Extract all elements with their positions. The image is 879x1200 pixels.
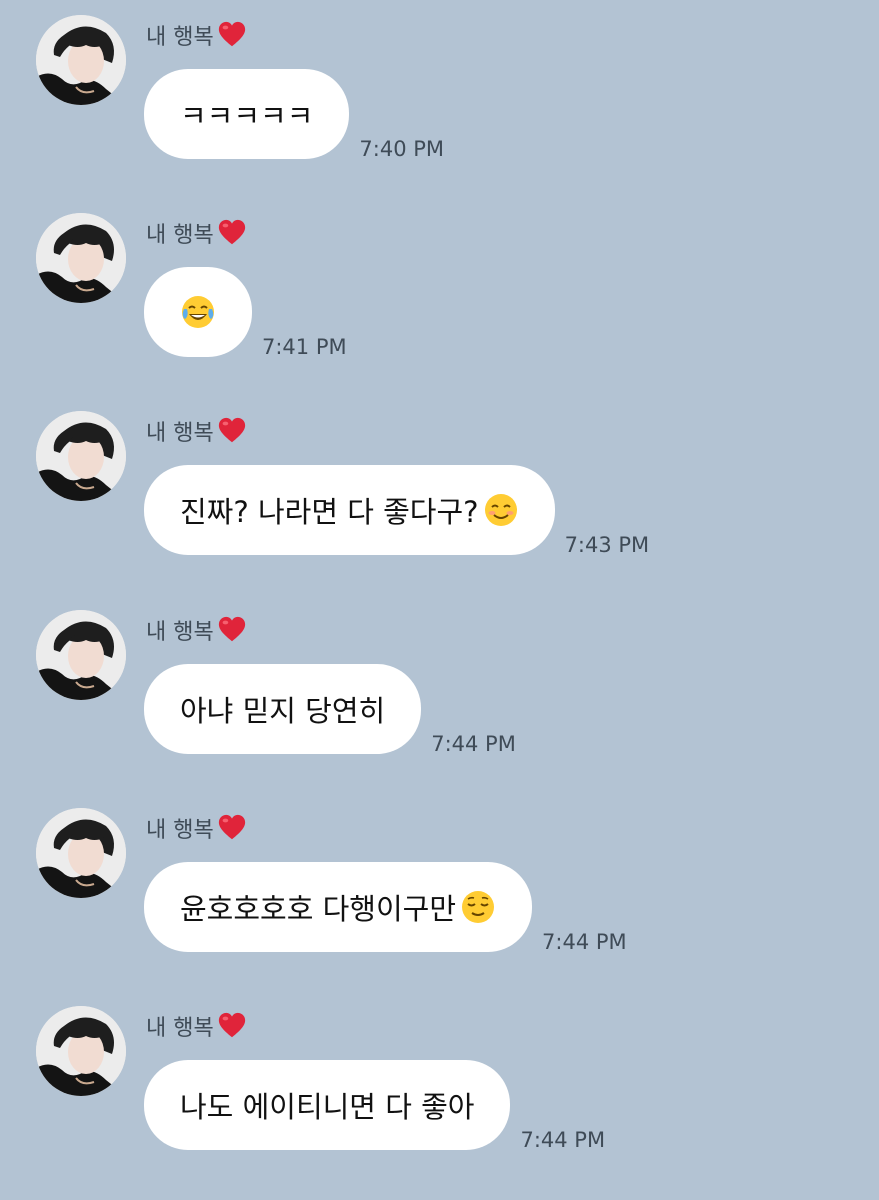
sender-name: 내 행복 [146, 1010, 247, 1042]
bubble-row: 윤호호호호 다행이구만 7:44 PM [144, 862, 627, 954]
sender-label: 내 행복 [146, 421, 214, 446]
message-text: 진짜? 나라면 다 좋다구? [180, 495, 479, 529]
avatar[interactable] [36, 1006, 126, 1096]
avatar[interactable] [36, 213, 126, 303]
message-row: 내 행복 진짜? 나라면 다 좋다구? 7:43 PM [0, 411, 879, 581]
sender-label: 내 행복 [146, 1016, 214, 1041]
avatar[interactable] [36, 411, 126, 501]
sender-label: 내 행복 [146, 25, 214, 50]
bubble-row: 나도 에이티니면 다 좋아 7:44 PM [144, 1060, 606, 1152]
red-heart-icon [217, 813, 247, 843]
message-time: 7:44 PM [431, 732, 516, 756]
message-bubble[interactable]: 나도 에이티니면 다 좋아 [144, 1060, 511, 1150]
profile-photo-icon [36, 15, 126, 105]
relieved-face-icon [460, 889, 496, 925]
message-row: 내 행복 윤호호호호 다행이구만 7:44 PM [0, 808, 879, 978]
message-text: 아냐 믿지 당연히 [180, 694, 386, 728]
message-time: 7:44 PM [520, 1128, 606, 1152]
avatar[interactable] [36, 610, 126, 700]
message-row: 내 행복 ㅋㅋㅋㅋㅋ 7:40 PM [0, 15, 879, 185]
message-time: 7:40 PM [359, 137, 445, 161]
sender-name: 내 행복 [146, 19, 247, 51]
bubble-row: 진짜? 나라면 다 좋다구? 7:43 PM [144, 465, 650, 557]
profile-photo-icon [36, 808, 126, 898]
sender-name: 내 행복 [146, 217, 247, 249]
sender-label: 내 행복 [146, 620, 214, 645]
bubble-row: 7:41 PM [144, 267, 347, 359]
sender-name: 내 행복 [146, 415, 247, 447]
profile-photo-icon [36, 411, 126, 501]
message-bubble[interactable]: 아냐 믿지 당연히 [144, 664, 422, 754]
red-heart-icon [217, 218, 247, 248]
sender-name: 내 행복 [146, 812, 247, 844]
message-time: 7:43 PM [564, 533, 650, 557]
red-heart-icon [217, 1011, 247, 1041]
bubble-row: ㅋㅋㅋㅋㅋ 7:40 PM [144, 69, 445, 161]
message-text: 윤호호호호 다행이구만 [180, 892, 457, 926]
message-bubble[interactable]: 진짜? 나라면 다 좋다구? [144, 465, 555, 555]
avatar[interactable] [36, 15, 126, 105]
sender-label: 내 행복 [146, 818, 214, 843]
profile-photo-icon [36, 1006, 126, 1096]
message-time: 7:41 PM [262, 335, 347, 359]
message-row: 내 행복 아냐 믿지 당연히 7:44 PM [0, 610, 879, 780]
smiling-face-icon [483, 492, 519, 528]
face-with-tears-of-joy-icon [180, 294, 216, 330]
red-heart-icon [217, 416, 247, 446]
message-text: ㅋㅋㅋㅋㅋ [180, 99, 314, 133]
profile-photo-icon [36, 610, 126, 700]
sender-label: 내 행복 [146, 223, 214, 248]
message-bubble[interactable]: 윤호호호호 다행이구만 [144, 862, 533, 952]
profile-photo-icon [36, 213, 126, 303]
red-heart-icon [217, 615, 247, 645]
message-time: 7:44 PM [542, 930, 627, 954]
message-row: 내 행복 7:41 PM [0, 213, 879, 383]
message-bubble[interactable]: ㅋㅋㅋㅋㅋ [144, 69, 350, 159]
bubble-row: 아냐 믿지 당연히 7:44 PM [144, 664, 516, 756]
red-heart-icon [217, 20, 247, 50]
message-bubble[interactable] [144, 267, 252, 357]
chat-area[interactable]: 내 행복 ㅋㅋㅋㅋㅋ 7:40 PM 내 행복 7:41 PM 내 행복 진짜?… [0, 0, 879, 1200]
sender-name: 내 행복 [146, 614, 247, 646]
avatar[interactable] [36, 808, 126, 898]
message-text: 나도 에이티니면 다 좋아 [180, 1090, 475, 1124]
message-row: 내 행복 나도 에이티니면 다 좋아 7:44 PM [0, 1006, 879, 1176]
